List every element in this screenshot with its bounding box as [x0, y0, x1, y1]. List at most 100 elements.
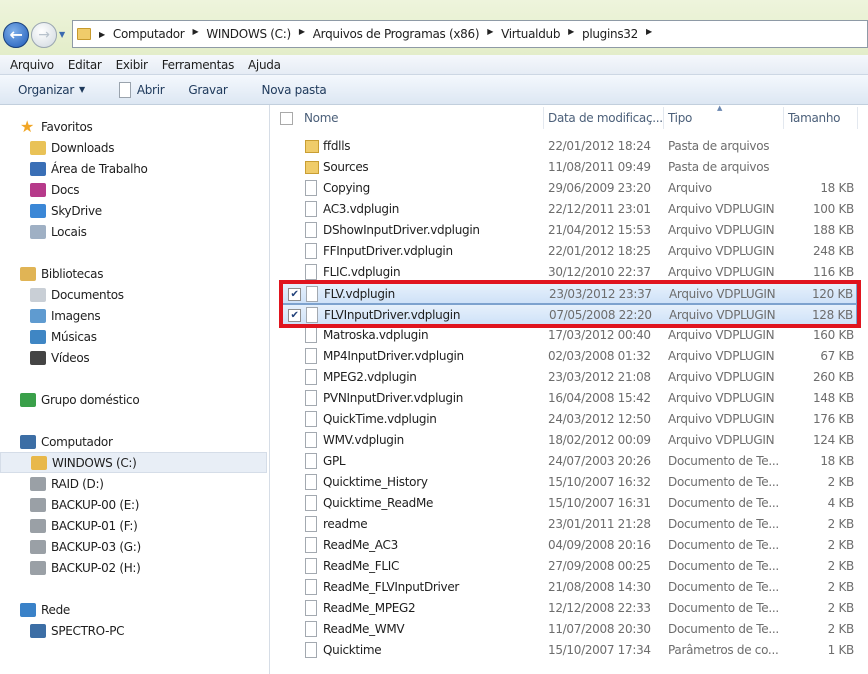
pictures-icon	[30, 308, 46, 323]
videos-icon	[30, 350, 46, 365]
sidebar-item--rea-de-trabalho[interactable]: Área de Trabalho	[0, 158, 267, 179]
sidebar-item-downloads[interactable]: Downloads	[0, 137, 267, 158]
file-icon	[305, 327, 317, 343]
file-row[interactable]: Sources 11/08/2011 09:49 Pasta de arquivos	[279, 157, 857, 178]
file-name: WMV.vdplugin	[323, 433, 404, 447]
file-row[interactable]: ReadMe_AC3 04/09/2008 20:16 Documento de T…	[279, 535, 857, 556]
sidebar-item-computador[interactable]: Computador	[0, 431, 267, 452]
sidebar-item-backup-00-e-[interactable]: BACKUP-00 (E:)	[0, 494, 267, 515]
column-divider[interactable]	[663, 107, 664, 129]
sidebar-item-label: Computador	[41, 434, 113, 449]
file-row[interactable]: Quicktime_History 15/10/2007 16:32 Documen…	[279, 472, 857, 493]
recent-pages-dropdown[interactable]: ▼	[59, 30, 65, 39]
chevron-right-icon[interactable]: ▶	[646, 27, 652, 41]
column-divider[interactable]	[857, 107, 858, 129]
file-row[interactable]: ReadMe_FLVInputDriver 21/08/2008 14:30 Doc…	[279, 577, 857, 598]
file-row[interactable]: WMV.vdplugin 18/02/2012 00:09 Arquivo VDPL…	[279, 430, 857, 451]
file-name: ReadMe_MPEG2	[323, 601, 416, 615]
file-row[interactable]: DShowInputDriver.vdplugin 21/04/2012 15:5…	[279, 220, 857, 241]
sidebar-item-label: Rede	[41, 602, 70, 617]
file-row[interactable]: GPL 24/07/2003 20:26 Documento de Te... 18 …	[279, 451, 857, 472]
organize-button[interactable]: Organizar ▼	[18, 83, 85, 97]
menu-ajuda[interactable]: Ajuda	[248, 58, 281, 72]
drive-windows-icon	[31, 455, 47, 470]
breadcrumb-item[interactable]: WINDOWS (C:)	[206, 27, 291, 41]
column-header-name[interactable]: Nome	[304, 105, 339, 131]
file-row[interactable]: QuickTime.vdplugin 24/03/2012 12:50 Arquiv…	[279, 409, 857, 430]
file-row[interactable]: Matroska.vdplugin 17/03/2012 00:40 Arquivo…	[279, 325, 857, 346]
sidebar-item-grupo-dom-stico[interactable]: Grupo doméstico	[0, 389, 267, 410]
menu-arquivo[interactable]: Arquivo	[10, 58, 54, 72]
sidebar-item-skydrive[interactable]: SkyDrive	[0, 200, 267, 221]
file-size: 176 KB	[812, 412, 854, 426]
sidebar-item-bibliotecas[interactable]: Bibliotecas	[0, 263, 267, 284]
column-divider[interactable]	[783, 107, 784, 129]
file-row[interactable]: FFInputDriver.vdplugin 22/01/2012 18:25 Ar…	[279, 241, 857, 262]
file-date: 24/03/2012 12:50	[548, 412, 651, 426]
file-row[interactable]: ffdlls 22/01/2012 18:24 Pasta de arquivos	[279, 136, 857, 157]
file-row[interactable]: MP4InputDriver.vdplugin 02/03/2008 01:32 A…	[279, 346, 857, 367]
file-size: 2 KB	[827, 538, 855, 552]
sidebar-item-documentos[interactable]: Documentos	[0, 284, 267, 305]
menu-exibir[interactable]: Exibir	[116, 58, 148, 72]
file-row[interactable]: AC3.vdplugin 22/12/2011 23:01 Arquivo VDPL…	[279, 199, 857, 220]
sidebar-item-raid-d-[interactable]: RAID (D:)	[0, 473, 267, 494]
sidebar-item-v-deos[interactable]: Vídeos	[0, 347, 267, 368]
address-bar[interactable]: ▶ Computador ▶ WINDOWS (C:) ▶ Arquivos de Pr…	[72, 20, 868, 48]
sidebar-item-imagens[interactable]: Imagens	[0, 305, 267, 326]
breadcrumb-item[interactable]: Computador	[113, 27, 185, 41]
chevron-right-icon[interactable]: ▶	[299, 27, 305, 41]
file-row[interactable]: ReadMe_MPEG2 12/12/2008 22:33 Documento de…	[279, 598, 857, 619]
sidebar-item-locais[interactable]: Locais	[0, 221, 267, 242]
column-header-size[interactable]: Tamanho	[788, 105, 841, 131]
file-row[interactable]: MPEG2.vdplugin 23/03/2012 21:08 Arquivo VD…	[279, 367, 857, 388]
file-size: 160 KB	[812, 328, 854, 342]
file-row[interactable]: Quicktime 15/10/2007 17:34 Parâmetros de c…	[279, 640, 857, 661]
chevron-right-icon[interactable]: ▶	[568, 27, 574, 41]
forward-button[interactable]: →	[31, 22, 57, 48]
sidebar-item-m-sicas[interactable]: Músicas	[0, 326, 267, 347]
sidebar-item-favoritos[interactable]: ★ Favoritos	[0, 116, 267, 137]
sidebar-item-docs[interactable]: Docs	[0, 179, 267, 200]
sidebar-item-backup-02-h-[interactable]: BACKUP-02 (H:)	[0, 557, 267, 578]
column-header-date[interactable]: Data de modificaç...	[548, 105, 663, 131]
sidebar-item-rede[interactable]: Rede	[0, 599, 267, 620]
open-button[interactable]: Abrir	[118, 81, 165, 98]
file-icon	[305, 600, 317, 616]
breadcrumb-item[interactable]: plugins32	[582, 27, 638, 41]
file-row[interactable]: readme 23/01/2011 21:28 Documento de Te...…	[279, 514, 857, 535]
back-button[interactable]: ←	[3, 22, 29, 48]
file-row[interactable]: ReadMe_FLIC 27/09/2008 00:25 Documento de …	[279, 556, 857, 577]
sidebar-item-label: BACKUP-02 (H:)	[51, 560, 141, 575]
file-date: 04/09/2008 20:16	[548, 538, 651, 552]
sidebar-item-spectro-pc[interactable]: SPECTRO-PC	[0, 620, 267, 641]
column-header-type[interactable]: Tipo	[668, 105, 692, 131]
file-row[interactable]: ReadMe_WMV 11/07/2008 20:30 Documento de T…	[279, 619, 857, 640]
file-size: 1 KB	[827, 643, 855, 657]
chevron-right-icon[interactable]: ▶	[192, 27, 198, 41]
network-icon	[20, 602, 36, 617]
breadcrumb-item[interactable]: Virtualdub	[501, 27, 560, 41]
file-row[interactable]: Quicktime_ReadMe 15/10/2007 16:31 Document…	[279, 493, 857, 514]
column-divider[interactable]	[543, 107, 544, 129]
new-folder-button[interactable]: Nova pasta	[262, 83, 327, 97]
sidebar-item-backup-03-g-[interactable]: BACKUP-03 (G:)	[0, 536, 267, 557]
file-row[interactable]: PVNInputDriver.vdplugin 16/04/2008 15:42 A…	[279, 388, 857, 409]
sidebar-item-backup-01-f-[interactable]: BACKUP-01 (F:)	[0, 515, 267, 536]
breadcrumb-item[interactable]: Arquivos de Programas (x86)	[313, 27, 480, 41]
file-size: 2 KB	[827, 622, 855, 636]
file-name: ReadMe_AC3	[323, 538, 398, 552]
file-date: 15/10/2007 17:34	[548, 643, 651, 657]
sidebar-item-windows-c-[interactable]: WINDOWS (C:)	[0, 452, 267, 473]
menu-ferramentas[interactable]: Ferramentas	[162, 58, 235, 72]
file-name: MP4InputDriver.vdplugin	[323, 349, 464, 363]
select-all-checkbox[interactable]	[280, 112, 293, 125]
file-size: 18 KB	[820, 181, 854, 195]
burn-button[interactable]: Gravar	[188, 83, 227, 97]
chevron-right-icon[interactable]: ▶	[99, 30, 105, 39]
menu-editar[interactable]: Editar	[68, 58, 102, 72]
file-type: Arquivo VDPLUGIN	[668, 349, 775, 363]
sidebar-item-label: Bibliotecas	[41, 266, 104, 281]
chevron-right-icon[interactable]: ▶	[487, 27, 493, 41]
file-row[interactable]: Copying 29/06/2009 23:20 Arquivo 18 KB	[279, 178, 857, 199]
